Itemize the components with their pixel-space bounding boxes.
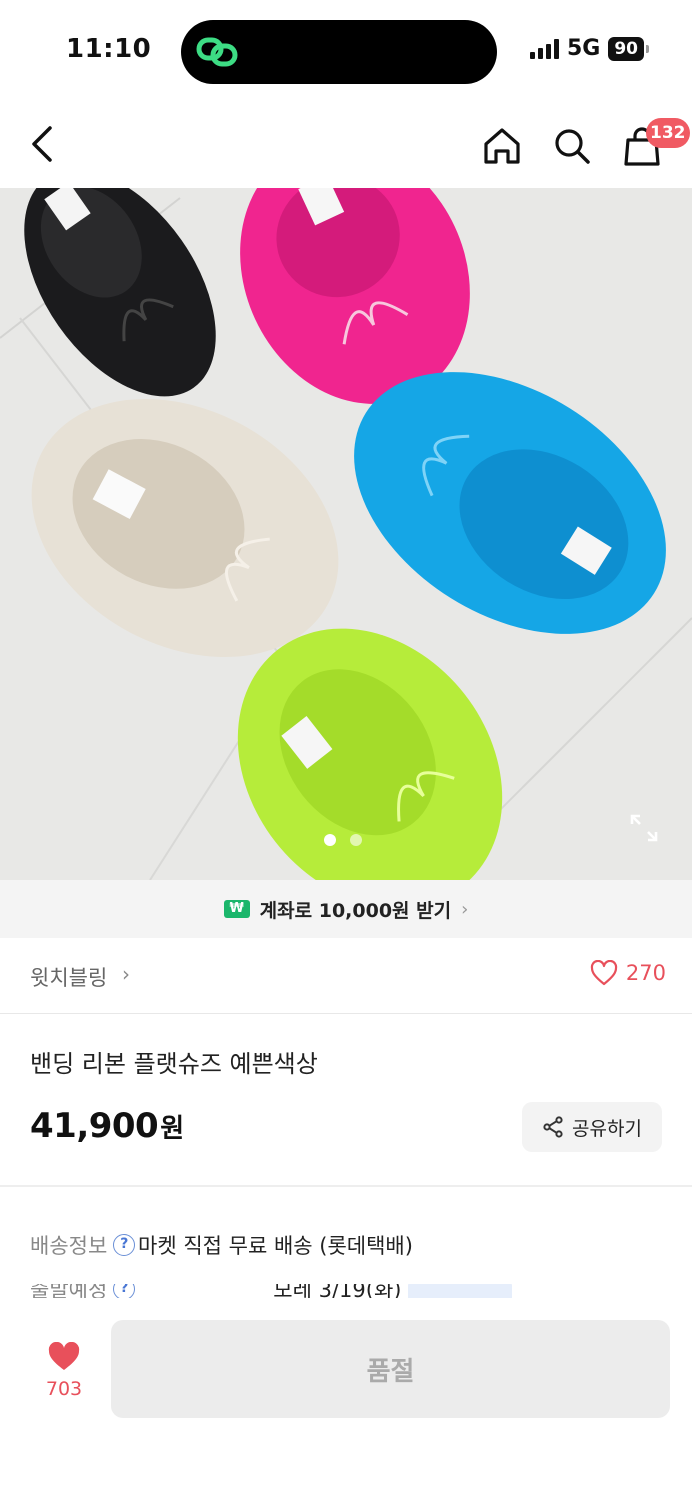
brand-row: 윗치블링 › 270	[0, 938, 692, 1014]
product-photo	[0, 188, 692, 880]
home-icon[interactable]	[480, 124, 524, 168]
status-bar: 11:10 5G 90	[0, 0, 692, 100]
brand-like-count: 270	[625, 961, 666, 985]
cart-count-badge: 132	[646, 118, 690, 148]
link-app-icon	[196, 37, 238, 67]
delivery-info-row: 배송정보 ?	[30, 1230, 136, 1260]
wishlist-count: 703	[45, 1378, 83, 1400]
section-divider	[0, 1185, 692, 1187]
product-image[interactable]	[0, 188, 692, 880]
search-icon[interactable]	[550, 124, 594, 168]
pagination-dot-active	[324, 834, 336, 846]
chevron-right-icon: ›	[122, 962, 130, 986]
network-type: 5G	[566, 36, 601, 61]
pagination-dot	[350, 834, 362, 846]
share-label: 공유하기	[572, 1117, 642, 1140]
departure-label: 출발예정	[30, 1284, 108, 1298]
signal-icon	[529, 38, 559, 59]
brand-like-button[interactable]: 270	[590, 960, 666, 986]
brand-name-link[interactable]: 윗치블링	[30, 962, 107, 992]
heart-outline-icon	[590, 960, 618, 986]
status-indicators: 5G 90	[529, 36, 649, 61]
status-time: 11:10	[66, 34, 152, 64]
departure-tag	[408, 1284, 512, 1298]
dynamic-island	[181, 20, 497, 84]
chevron-right-icon: ›	[461, 898, 469, 920]
heart-filled-icon	[48, 1342, 80, 1370]
wishlist-button[interactable]: 703	[36, 1342, 92, 1400]
bottom-action-bar: 703 품절	[0, 1298, 692, 1500]
won-icon: ₩	[223, 900, 250, 918]
image-pagination-dots	[324, 834, 362, 846]
price: 41,900 원	[30, 1106, 184, 1146]
departure-info-row: 출발예정 ? 모레 3/19(화) 출발 예정	[30, 1284, 670, 1298]
back-arrow-icon[interactable]	[24, 122, 64, 166]
share-button[interactable]: 공유하기	[522, 1102, 662, 1152]
price-amount: 41,900	[30, 1106, 159, 1146]
delivery-value: 마켓 직접 무료 배송 (롯데택배)	[138, 1234, 413, 1258]
help-icon[interactable]: ?	[113, 1234, 136, 1256]
account-reward-banner[interactable]: ₩ 계좌로 10,000원 받기 ›	[0, 880, 692, 938]
share-icon	[543, 1116, 563, 1138]
fullscreen-icon[interactable]	[628, 812, 660, 844]
promo-text: 계좌로 10,000원 받기	[259, 899, 452, 922]
product-title: 밴딩 리본 플랫슈즈 예쁜색상	[30, 1050, 318, 1078]
delivery-label: 배송정보	[30, 1234, 108, 1258]
top-nav-bar	[0, 100, 692, 188]
battery-icon: 90	[608, 36, 649, 61]
sold-out-button[interactable]: 품절	[111, 1320, 670, 1418]
help-icon[interactable]: ?	[113, 1284, 136, 1298]
price-currency: 원	[160, 1114, 185, 1144]
